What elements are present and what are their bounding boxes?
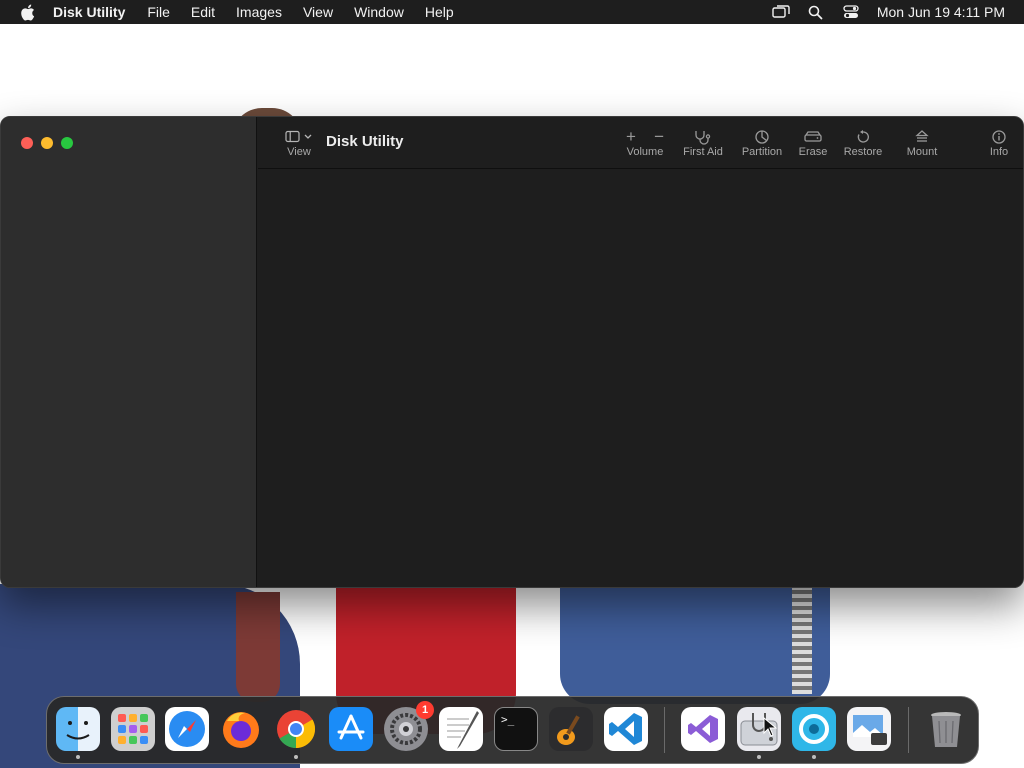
menu-bar: Disk Utility File Edit Images View Windo… [0, 0, 1024, 24]
partition-button[interactable]: Partition [736, 128, 788, 158]
erase-button[interactable]: Erase [794, 128, 832, 158]
menu-window[interactable]: Window [354, 4, 404, 20]
first-aid-label: First Aid [683, 146, 723, 158]
dock-app-garageband[interactable] [549, 707, 593, 751]
wallpaper-figure-tie [236, 592, 280, 702]
chrome-icon [277, 710, 316, 749]
vscode-icon [609, 713, 642, 745]
partition-pie-icon [755, 130, 769, 144]
add-volume-icon[interactable]: + [626, 128, 636, 146]
dock-app-terminal[interactable]: >_ [494, 707, 538, 751]
dock-app-vscode[interactable] [604, 707, 648, 751]
dock-app-chrome[interactable] [274, 707, 318, 759]
notification-badge: 1 [416, 701, 434, 719]
window-title: Disk Utility [326, 133, 404, 150]
wallpaper-figure-right [560, 584, 830, 704]
partition-label: Partition [741, 146, 783, 158]
first-aid-button[interactable]: First Aid [678, 128, 728, 158]
running-indicator [757, 755, 761, 759]
mouse-pointer [763, 716, 778, 742]
screen-mirroring-icon[interactable] [772, 4, 790, 20]
restore-label: Restore [843, 146, 883, 158]
proxyman-icon [799, 714, 829, 744]
wallpaper-stripe [792, 584, 812, 694]
remove-volume-icon[interactable]: − [654, 128, 664, 146]
guitar-icon [549, 707, 593, 751]
menu-bar-clock[interactable]: Mon Jun 19 4:11 PM [877, 4, 1005, 20]
mount-icon [915, 130, 929, 142]
mount-button[interactable]: Mount [902, 128, 942, 158]
finder-icon [66, 721, 90, 740]
arrow-cursor-icon [763, 716, 778, 737]
mount-label: Mount [906, 146, 938, 158]
menu-view[interactable]: View [303, 4, 333, 20]
dock-app-trash[interactable] [924, 707, 968, 751]
restore-button[interactable]: Restore [840, 128, 886, 158]
menu-edit[interactable]: Edit [191, 4, 215, 20]
textedit-icon [447, 711, 479, 749]
menu-file[interactable]: File [147, 4, 170, 20]
dock-app-launchpad[interactable] [111, 707, 155, 751]
info-icon [992, 130, 1006, 144]
minimize-button[interactable] [41, 137, 53, 149]
running-indicator [76, 755, 80, 759]
erase-drive-icon [804, 131, 822, 142]
firefox-icon [223, 712, 259, 748]
close-button[interactable] [21, 137, 33, 149]
menu-bar-status-area: Mon Jun 19 4:11 PM [755, 0, 1005, 24]
view-button[interactable]: View [278, 128, 320, 158]
running-indicator [294, 755, 298, 759]
terminal-prompt-icon: >_ [501, 713, 515, 726]
sidebar [1, 117, 257, 587]
stethoscope-icon [695, 131, 711, 145]
spotlight-search-icon[interactable] [807, 4, 825, 20]
dock-app-visual-studio[interactable] [681, 707, 725, 751]
volume-label: Volume [626, 146, 664, 158]
safari-compass-icon [169, 711, 205, 747]
restore-arrow-icon [857, 130, 869, 143]
dock-app-proxyman[interactable] [792, 707, 836, 759]
dock-separator [664, 707, 665, 753]
info-button[interactable]: Info [986, 128, 1012, 158]
window-controls [21, 137, 81, 149]
erase-label: Erase [798, 146, 828, 158]
disk-utility-window: View Disk Utility + − Volume First Aid P… [0, 116, 1024, 588]
running-indicator [812, 755, 816, 759]
dock: 1 >_ [46, 696, 979, 764]
preview-photos-icon [853, 715, 887, 745]
menu-app-name[interactable]: Disk Utility [53, 4, 125, 20]
app-store-icon [337, 714, 365, 740]
dock-separator [908, 707, 909, 753]
dock-app-textedit[interactable] [439, 707, 483, 751]
sidebar-toggle-icon [285, 130, 312, 143]
view-label: View [287, 146, 311, 158]
menu-help[interactable]: Help [425, 4, 454, 20]
dock-app-firefox[interactable] [219, 707, 263, 751]
apple-menu-icon[interactable] [18, 3, 36, 21]
control-center-icon[interactable] [842, 4, 860, 20]
dock-app-finder[interactable] [56, 707, 100, 759]
info-label: Info [989, 146, 1009, 158]
volume-button[interactable]: + − Volume [622, 128, 668, 159]
trash-icon [931, 712, 961, 747]
menu-images[interactable]: Images [236, 4, 282, 20]
dock-app-system-settings[interactable]: 1 [384, 701, 434, 751]
launchpad-icon [118, 714, 148, 744]
dock-app-safari[interactable] [165, 707, 209, 751]
detail-pane [258, 170, 1023, 587]
toolbar: View Disk Utility + − Volume First Aid P… [258, 117, 1023, 169]
dock-app-app-store[interactable] [329, 707, 373, 751]
dock-app-preview[interactable] [847, 707, 891, 751]
zoom-button[interactable] [61, 137, 73, 149]
visual-studio-icon [688, 715, 718, 743]
